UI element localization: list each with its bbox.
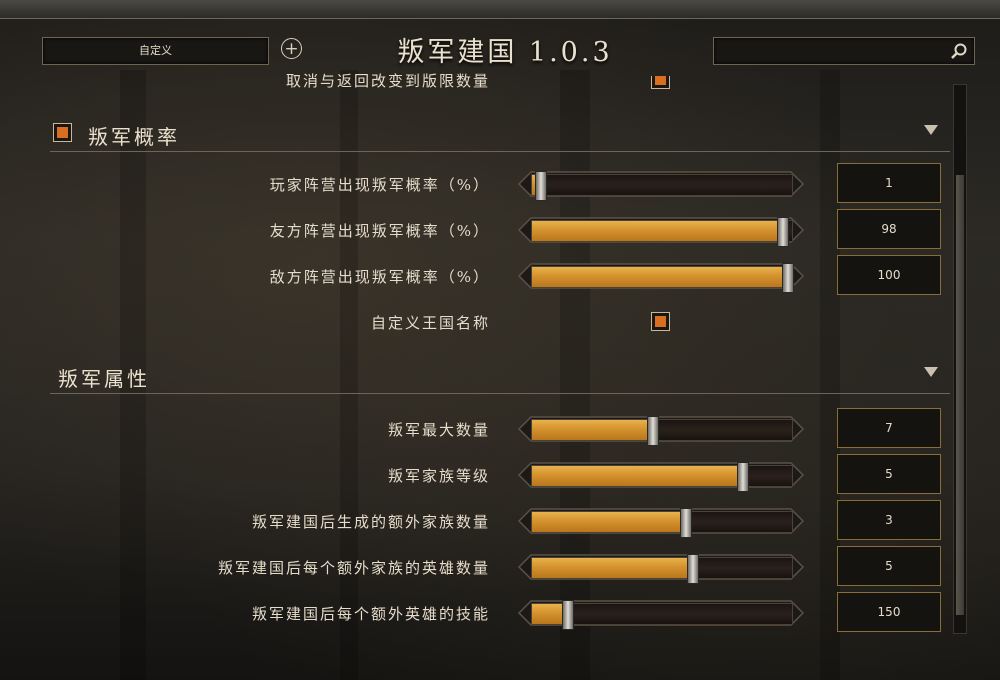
setting-slider[interactable] <box>517 262 805 293</box>
setting-label: 友方阵营出现叛军概率（%） <box>269 222 490 240</box>
section-checkbox[interactable] <box>53 123 72 142</box>
value-input[interactable]: 5 <box>837 454 941 494</box>
setting-label: 叛军建国后每个额外英雄的技能 <box>251 605 490 623</box>
mod-title: 叛军建国 1.0.3 <box>397 37 613 68</box>
scrollbar[interactable] <box>953 84 967 634</box>
slider-handle[interactable] <box>777 217 789 247</box>
search-icon[interactable] <box>950 42 968 60</box>
setting-checkbox[interactable] <box>650 76 670 90</box>
slider-fill <box>532 221 782 241</box>
setting-slider[interactable] <box>517 415 805 446</box>
setting-slider[interactable] <box>517 599 805 630</box>
setting-slider[interactable] <box>517 461 805 492</box>
top-frame <box>0 0 1000 19</box>
section-title: 叛军概率 <box>88 125 180 149</box>
chevron-down-icon[interactable] <box>924 367 938 377</box>
setting-label: 叛军最大数量 <box>387 421 490 439</box>
slider-fill <box>532 420 652 440</box>
add-profile-button[interactable]: + <box>281 38 302 59</box>
setting-slider[interactable] <box>517 507 805 538</box>
plus-icon: + <box>284 39 299 59</box>
slider-fill <box>532 512 685 532</box>
slider-fill <box>532 558 692 578</box>
slider-handle[interactable] <box>534 171 547 201</box>
setting-slider[interactable] <box>517 216 805 247</box>
checkbox-mark <box>651 76 670 89</box>
setting-slider[interactable] <box>517 170 805 201</box>
slider-fill <box>532 267 787 287</box>
value-input[interactable]: 3 <box>837 500 941 540</box>
slider-handle[interactable] <box>782 263 794 293</box>
setting-label: 叛军建国后生成的额外家族数量 <box>251 513 490 531</box>
section-title: 叛军属性 <box>58 367 150 391</box>
slider-handle[interactable] <box>562 600 574 630</box>
value-input[interactable]: 98 <box>837 209 941 249</box>
slider-track[interactable] <box>531 171 793 201</box>
slider-track[interactable] <box>531 554 793 584</box>
setting-label: 玩家阵营出现叛军概率（%） <box>269 176 490 194</box>
slider-track[interactable] <box>531 600 793 630</box>
value-input[interactable]: 5 <box>837 546 941 586</box>
slider-handle[interactable] <box>679 508 692 538</box>
section-header[interactable]: 叛军属性 <box>50 357 950 394</box>
slider-track[interactable] <box>531 263 794 293</box>
value-input[interactable]: 150 <box>837 592 941 632</box>
slider-track[interactable] <box>531 462 793 492</box>
section-header[interactable]: 叛军概率 <box>50 115 950 152</box>
setting-label: 取消与返回改变到版限数量 <box>285 72 490 88</box>
slider-fill <box>532 466 742 486</box>
setting-label: 叛军建国后每个额外家族的英雄数量 <box>217 559 490 577</box>
setting-checkbox[interactable] <box>651 312 670 331</box>
setting-slider[interactable] <box>517 553 805 584</box>
search-input[interactable] <box>713 37 975 65</box>
scrollbar-thumb[interactable] <box>956 175 964 615</box>
chevron-down-icon[interactable] <box>924 125 938 135</box>
profile-dropdown[interactable]: 自定义 <box>42 37 269 65</box>
slider-handle[interactable] <box>647 416 659 446</box>
value-input[interactable]: 100 <box>837 255 941 295</box>
setting-label: 自定义王国名称 <box>370 314 490 332</box>
value-input[interactable]: 7 <box>837 408 941 448</box>
value-input[interactable]: 1 <box>837 163 941 203</box>
slider-track[interactable] <box>531 508 793 538</box>
slider-track[interactable] <box>531 416 793 446</box>
setting-label: 敌方阵营出现叛军概率（%） <box>269 268 490 286</box>
slider-track[interactable] <box>531 217 793 247</box>
slider-handle[interactable] <box>687 554 699 584</box>
setting-label: 叛军家族等级 <box>387 467 490 485</box>
slider-handle[interactable] <box>737 462 749 492</box>
